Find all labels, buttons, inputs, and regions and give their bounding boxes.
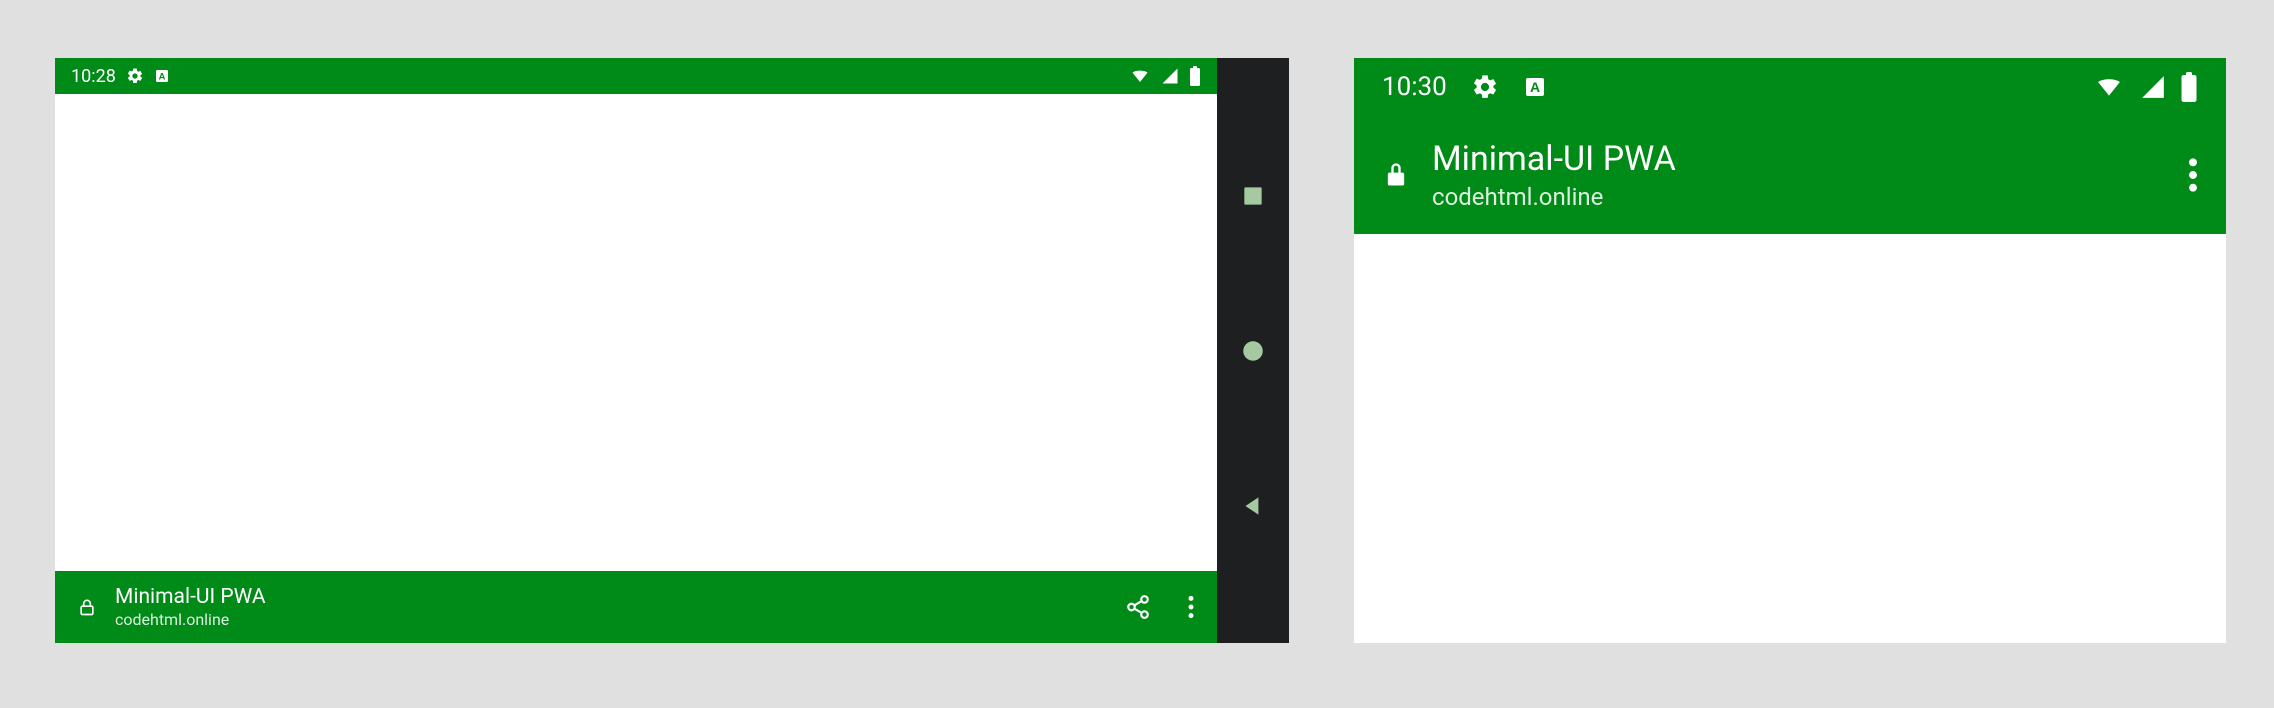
status-time: 10:28 <box>71 66 116 87</box>
webview-content[interactable] <box>55 94 1217 571</box>
status-left: 10:28 A <box>71 66 170 87</box>
status-time: 10:30 <box>1382 72 1447 102</box>
nav-recents-button[interactable] <box>1240 183 1266 209</box>
more-icon[interactable] <box>2188 156 2198 194</box>
signal-icon <box>1161 67 1179 85</box>
app-badge-icon: A <box>1523 75 1547 99</box>
status-right <box>1129 66 1201 86</box>
app-title: Minimal-UI PWA <box>1432 137 2166 181</box>
signal-icon <box>2140 74 2166 100</box>
battery-icon <box>1189 66 1201 86</box>
status-bar: 10:30 A <box>1354 58 2226 116</box>
screen-area: 10:28 A <box>55 58 1217 643</box>
app-title-block: Minimal-UI PWA codehtml.online <box>1432 137 2166 212</box>
wifi-icon <box>1129 67 1151 85</box>
status-left: 10:30 A <box>1382 72 1547 102</box>
webview-content[interactable] <box>1354 234 2226 643</box>
app-domain: codehtml.online <box>115 610 1107 630</box>
wifi-icon <box>2092 74 2126 100</box>
lock-icon <box>1382 158 1410 192</box>
svg-text:A: A <box>1530 79 1540 95</box>
nav-home-button[interactable] <box>1240 338 1266 364</box>
svg-text:A: A <box>158 71 165 81</box>
more-icon[interactable] <box>1187 594 1195 620</box>
app-badge-icon: A <box>154 68 170 84</box>
status-right <box>2092 72 2198 102</box>
app-bar-actions <box>1125 594 1195 620</box>
gear-icon <box>1471 73 1499 101</box>
battery-icon <box>2180 72 2198 102</box>
gear-icon <box>126 67 144 85</box>
device-tablet: 10:30 A Minimal-UI PWA code <box>1354 58 2226 643</box>
system-nav-bar <box>1217 58 1289 643</box>
app-title-block: Minimal-UI PWA codehtml.online <box>115 584 1107 630</box>
nav-back-button[interactable] <box>1240 493 1266 519</box>
app-title: Minimal-UI PWA <box>115 584 1107 610</box>
status-bar: 10:28 A <box>55 58 1217 94</box>
lock-icon <box>77 595 97 619</box>
app-bar-bottom: Minimal-UI PWA codehtml.online <box>55 571 1217 643</box>
app-bar-top: Minimal-UI PWA codehtml.online <box>1354 116 2226 234</box>
device-landscape: 10:28 A <box>55 58 1289 643</box>
share-icon[interactable] <box>1125 594 1151 620</box>
app-domain: codehtml.online <box>1432 182 2166 213</box>
